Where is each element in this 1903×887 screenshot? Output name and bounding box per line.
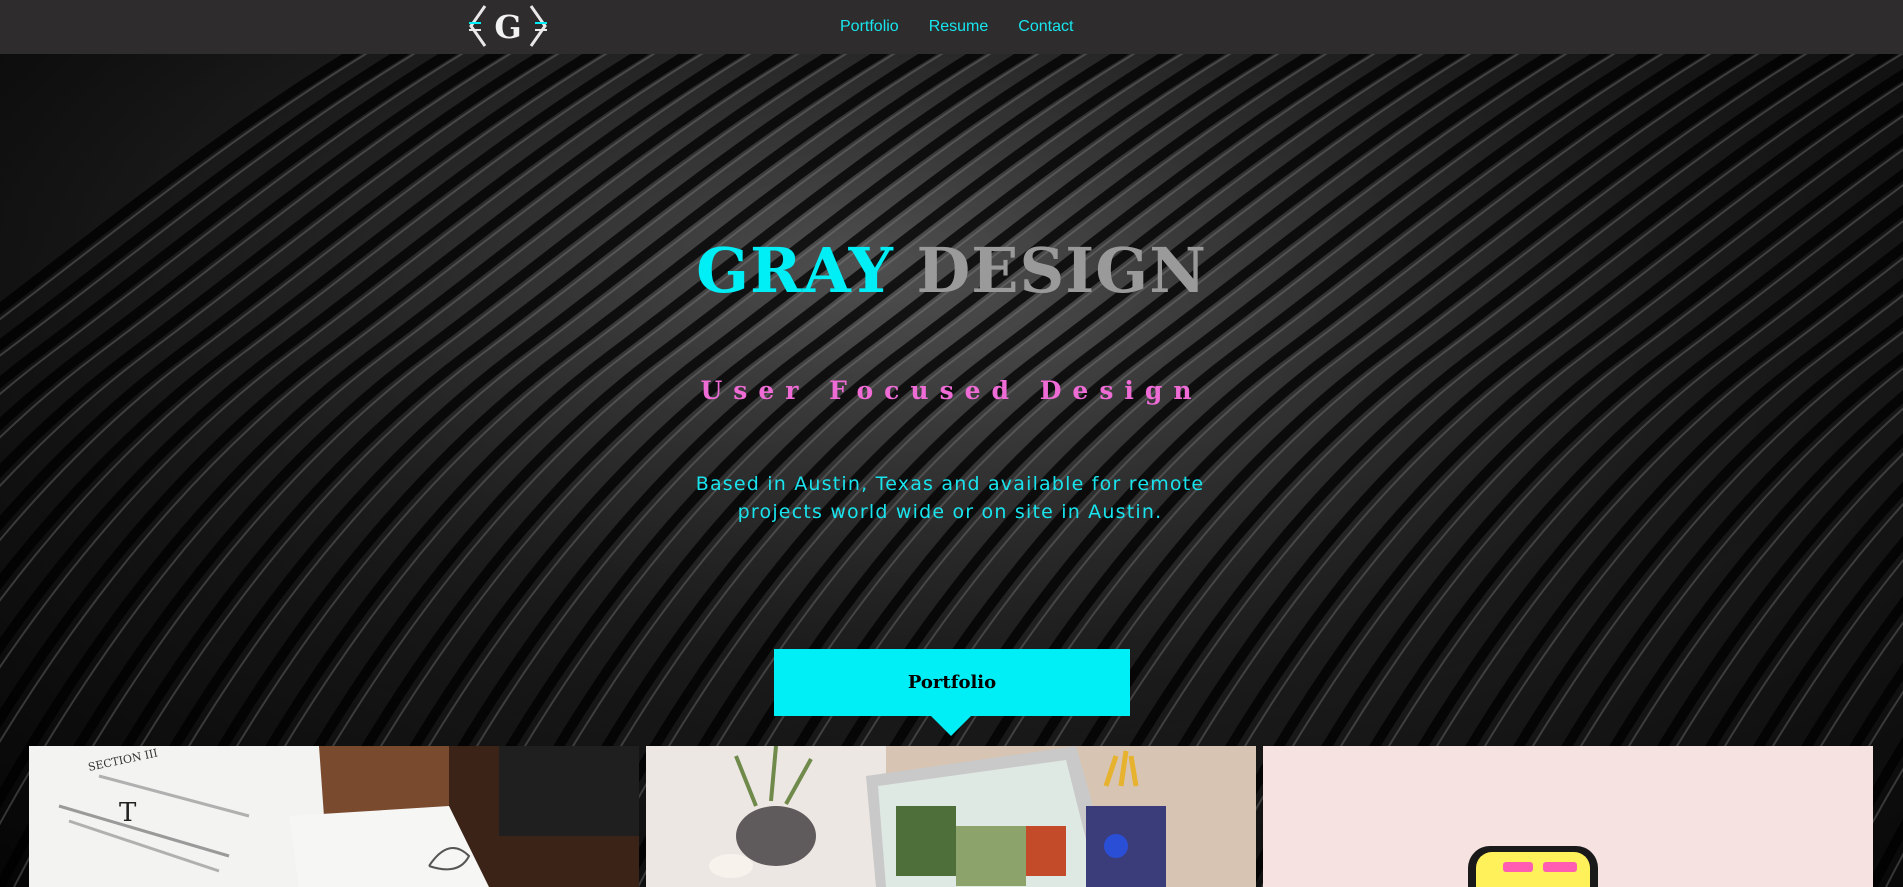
portfolio-card-phone[interactable] (1263, 746, 1873, 887)
laptop-website-image (646, 746, 1256, 887)
nav-contact[interactable]: Contact (1018, 18, 1073, 36)
svg-text:T: T (119, 798, 137, 828)
logo-letter: G (494, 8, 521, 46)
portfolio-card-book[interactable]: SECTION III T (29, 746, 639, 887)
main-nav: Portfolio Resume Contact (840, 18, 1073, 36)
portfolio-button-arrow (930, 715, 972, 736)
page-title: GRAY DESIGN (0, 234, 1903, 307)
top-navigation-bar: G Portfolio Resume Contact (0, 0, 1903, 54)
nav-portfolio[interactable]: Portfolio (840, 18, 899, 36)
title-word-gray: GRAY (696, 234, 894, 307)
portfolio-button-label: Portfolio (907, 672, 997, 693)
phone-app-image (1263, 746, 1873, 887)
open-book-image: SECTION III T (29, 746, 639, 887)
portfolio-button[interactable]: Portfolio (774, 649, 1130, 716)
portfolio-card-laptop[interactable] (646, 746, 1256, 887)
location-description: Based in Austin, Texas and available for… (695, 473, 1205, 523)
nav-resume[interactable]: Resume (929, 18, 989, 36)
title-word-design: DESIGN (916, 234, 1207, 307)
tagline: User Focused Design (700, 376, 1203, 405)
logo[interactable]: G (467, 3, 549, 49)
